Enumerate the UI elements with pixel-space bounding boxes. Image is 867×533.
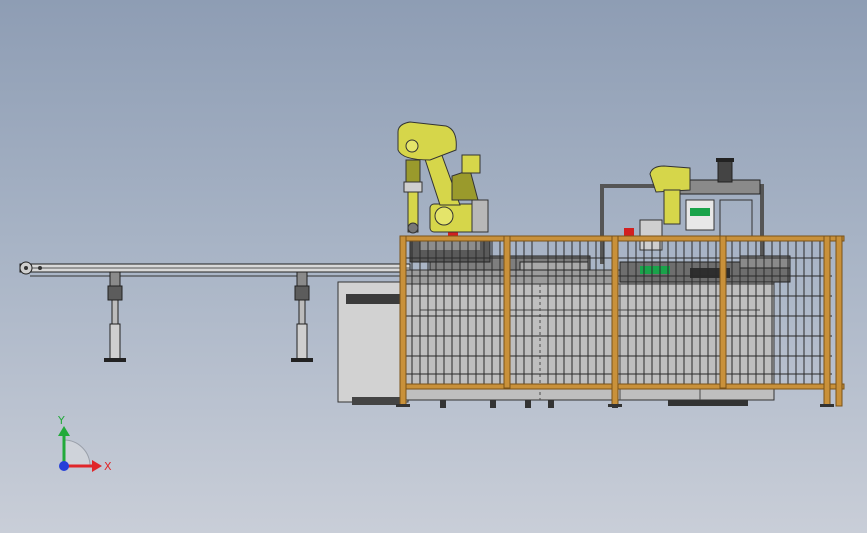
x-axis-label: X	[104, 460, 112, 473]
cad-model-view[interactable]: Y X	[0, 0, 867, 533]
z-axis-dot	[59, 461, 69, 471]
y-axis-label: Y	[57, 414, 65, 427]
conveyor-leg	[104, 271, 126, 362]
orientation-triad: Y X	[57, 414, 112, 473]
x-axis-arrow	[92, 460, 102, 472]
conveyor-leg	[291, 271, 313, 362]
cad-viewport[interactable]: Y X	[0, 0, 867, 533]
y-axis-arrow	[58, 426, 70, 436]
